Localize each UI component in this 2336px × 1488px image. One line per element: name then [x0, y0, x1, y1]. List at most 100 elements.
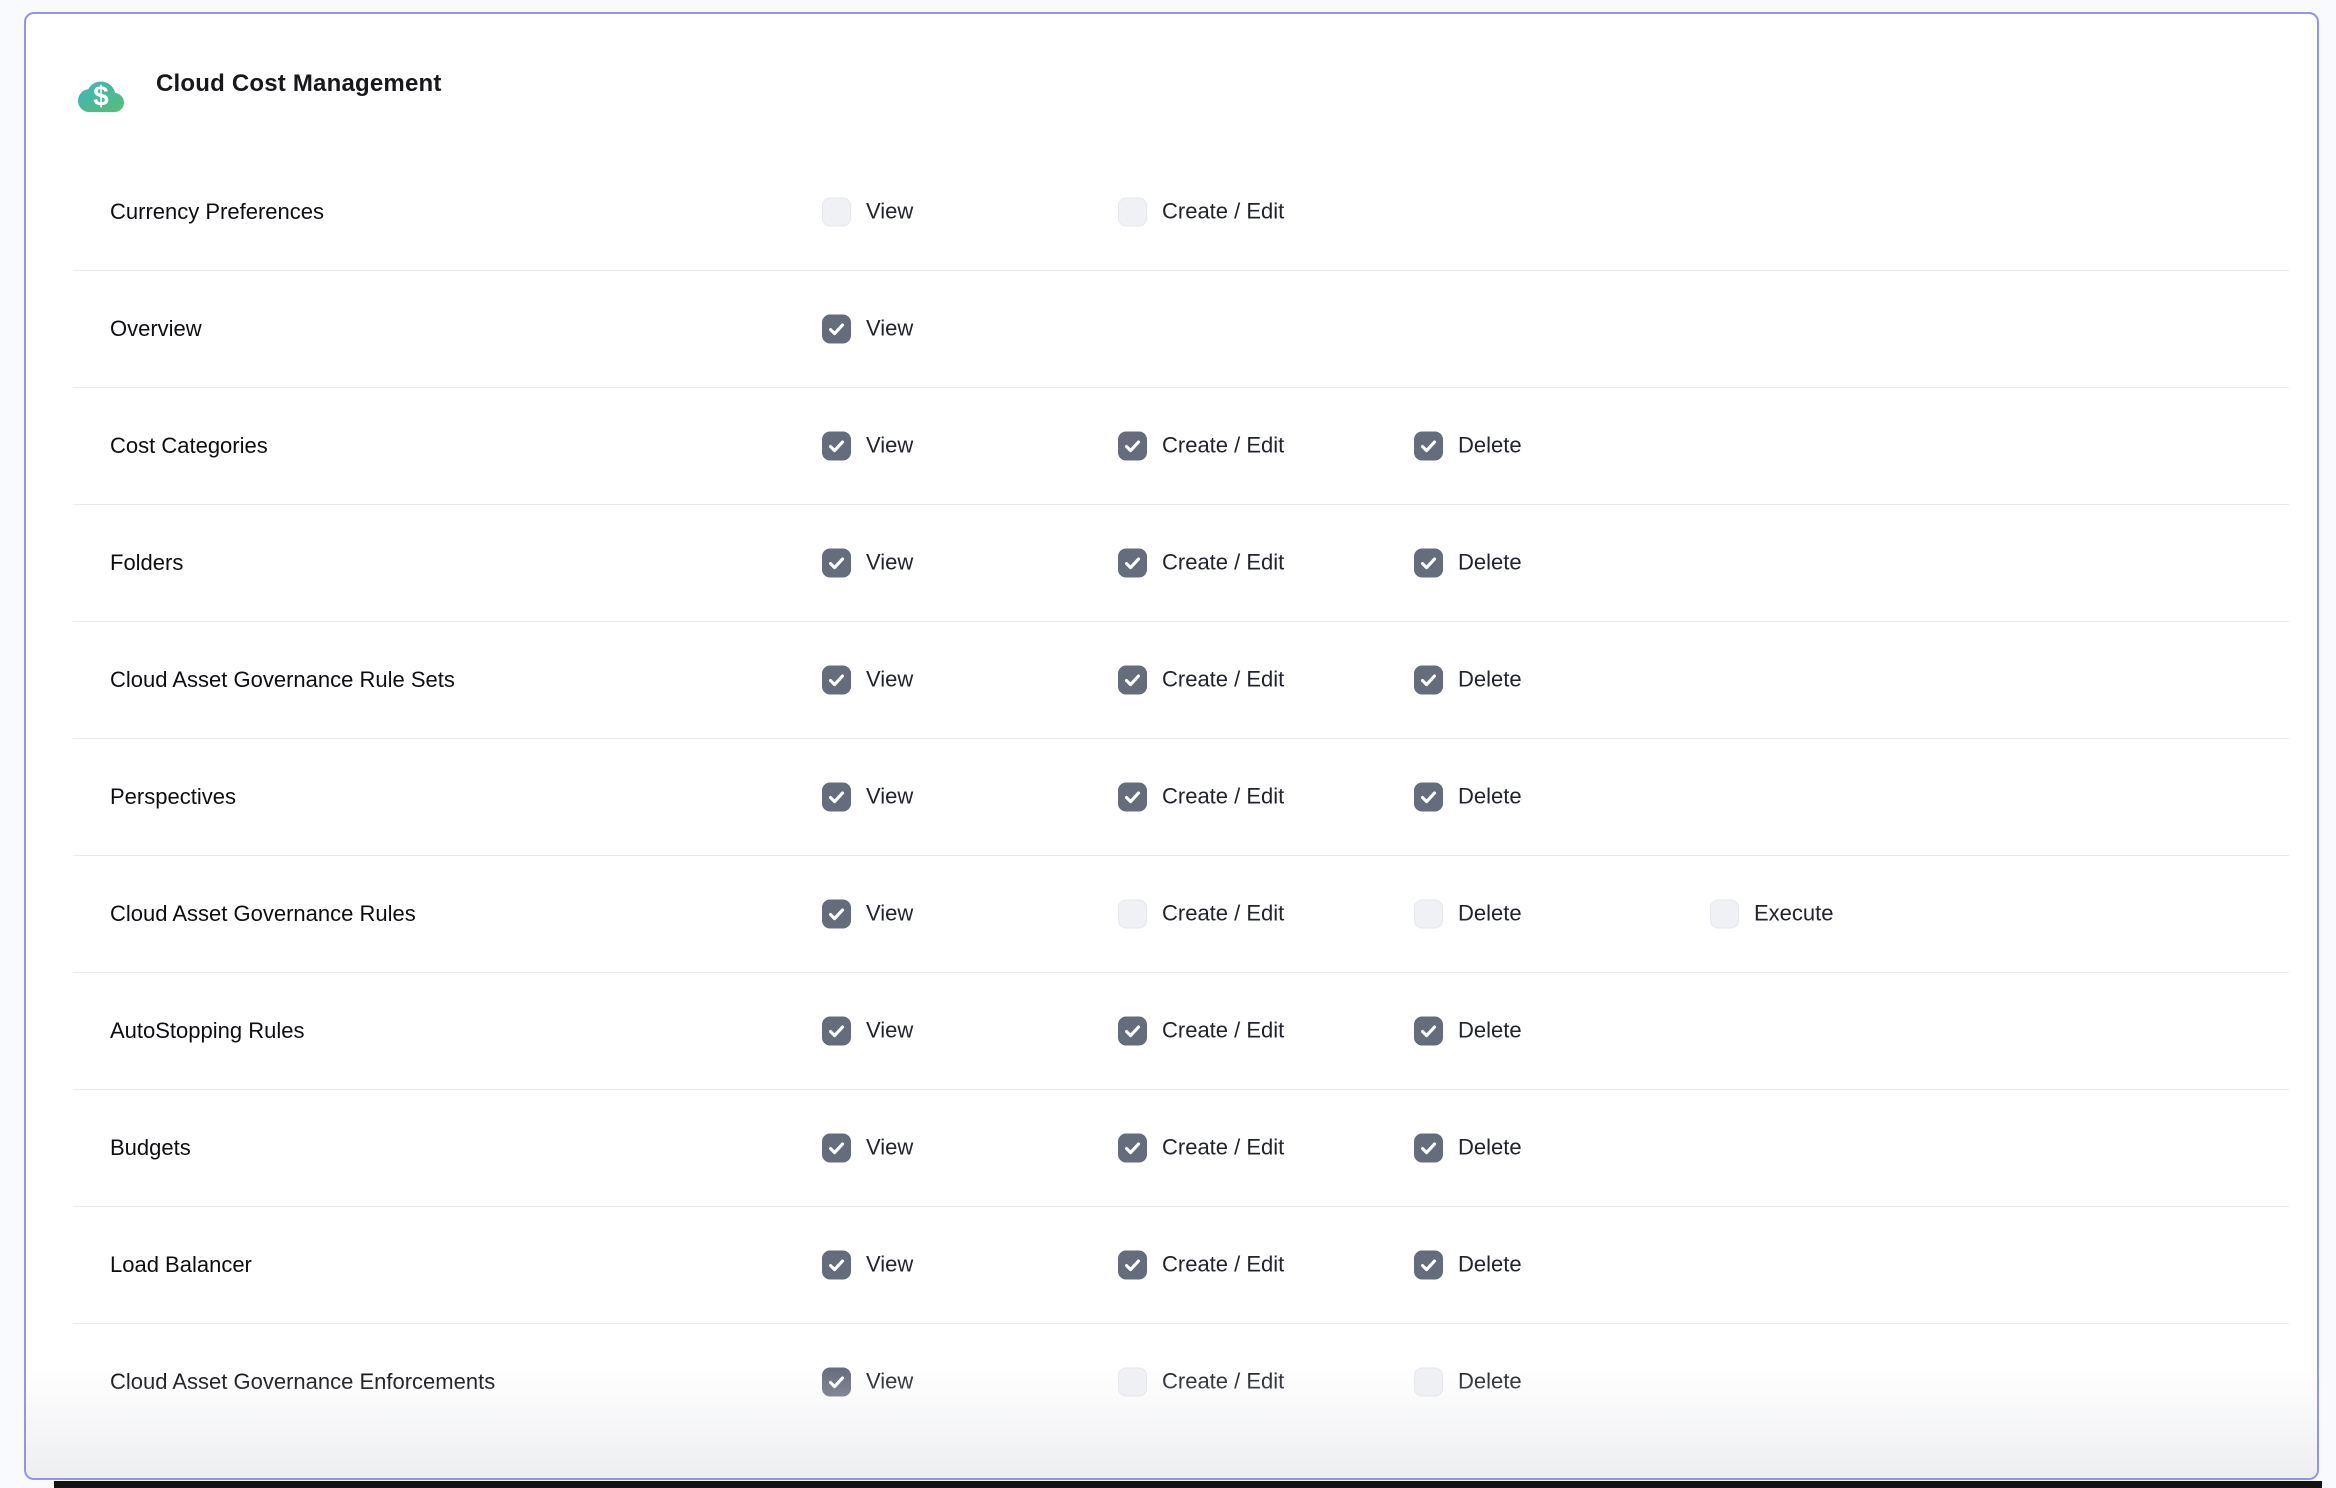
- permission-cell-create-edit[interactable]: Create / Edit: [1118, 899, 1284, 928]
- checkmark-icon: [827, 436, 846, 455]
- permission-cell-delete[interactable]: Delete: [1414, 782, 1522, 811]
- checkmark-icon: [827, 1138, 846, 1157]
- checkmark-icon: [1419, 553, 1438, 572]
- table-row-cost-categories: Cost Categories ViewCreate / EditDelete: [26, 387, 2317, 504]
- permission-label: Delete: [1458, 784, 1522, 810]
- cropped-content-below-card: [54, 1481, 2322, 1488]
- permission-label: Create / Edit: [1162, 550, 1284, 576]
- resource-label: Overview: [110, 316, 202, 342]
- checkbox-checked[interactable]: [822, 314, 851, 343]
- checkmark-icon: [827, 1021, 846, 1040]
- permission-cell-delete[interactable]: Delete: [1414, 1250, 1522, 1279]
- permission-cell-create-edit[interactable]: Create / Edit: [1118, 197, 1284, 226]
- checkbox-checked[interactable]: [1118, 1250, 1147, 1279]
- checkbox-unchecked[interactable]: [1414, 1367, 1443, 1396]
- checkbox-checked[interactable]: [1414, 431, 1443, 460]
- permission-label: Create / Edit: [1162, 667, 1284, 693]
- checkbox-checked[interactable]: [1414, 665, 1443, 694]
- permission-label: Delete: [1458, 1018, 1522, 1044]
- checkbox-unchecked[interactable]: [1118, 1367, 1147, 1396]
- checkmark-icon: [1123, 436, 1142, 455]
- permission-cell-view[interactable]: View: [822, 431, 913, 460]
- permission-label: View: [866, 1252, 913, 1278]
- table-row-budgets: Budgets ViewCreate / EditDelete: [26, 1089, 2317, 1206]
- permission-cell-create-edit[interactable]: Create / Edit: [1118, 1367, 1284, 1396]
- checkbox-checked[interactable]: [822, 665, 851, 694]
- permission-cell-view[interactable]: View: [822, 548, 913, 577]
- permission-label: Create / Edit: [1162, 1135, 1284, 1161]
- permission-cell-view[interactable]: View: [822, 782, 913, 811]
- permission-label: View: [866, 1135, 913, 1161]
- checkbox-checked[interactable]: [822, 782, 851, 811]
- permission-cell-view[interactable]: View: [822, 1016, 913, 1045]
- permission-cell-view[interactable]: View: [822, 899, 913, 928]
- permission-cell-create-edit[interactable]: Create / Edit: [1118, 665, 1284, 694]
- checkmark-icon: [1419, 1138, 1438, 1157]
- checkmark-icon: [1419, 670, 1438, 689]
- permission-label: Create / Edit: [1162, 1252, 1284, 1278]
- checkbox-unchecked[interactable]: [1710, 899, 1739, 928]
- checkbox-checked[interactable]: [1414, 1250, 1443, 1279]
- permission-label: Execute: [1754, 901, 1834, 927]
- permission-label: View: [866, 199, 913, 225]
- permission-cell-create-edit[interactable]: Create / Edit: [1118, 782, 1284, 811]
- checkbox-unchecked[interactable]: [822, 197, 851, 226]
- permission-label: Create / Edit: [1162, 1369, 1284, 1395]
- permission-cell-view[interactable]: View: [822, 665, 913, 694]
- checkbox-checked[interactable]: [822, 1367, 851, 1396]
- permission-cell-execute[interactable]: Execute: [1710, 899, 1834, 928]
- checkbox-checked[interactable]: [1118, 431, 1147, 460]
- permission-cell-delete[interactable]: Delete: [1414, 1367, 1522, 1396]
- checkbox-unchecked[interactable]: [1118, 899, 1147, 928]
- checkbox-checked[interactable]: [822, 1133, 851, 1162]
- permission-cell-delete[interactable]: Delete: [1414, 548, 1522, 577]
- permissions-table: Currency Preferences ViewCreate / Edit O…: [26, 153, 2317, 1440]
- permission-cell-delete[interactable]: Delete: [1414, 1016, 1522, 1045]
- checkmark-icon: [1123, 670, 1142, 689]
- checkbox-unchecked[interactable]: [1414, 899, 1443, 928]
- checkmark-icon: [827, 904, 846, 923]
- table-row-overview: Overview View: [26, 270, 2317, 387]
- checkmark-icon: [827, 1255, 846, 1274]
- checkbox-checked[interactable]: [1414, 1016, 1443, 1045]
- permission-cell-view[interactable]: View: [822, 1367, 913, 1396]
- permission-cell-delete[interactable]: Delete: [1414, 665, 1522, 694]
- permission-cell-view[interactable]: View: [822, 314, 913, 343]
- permission-label: Delete: [1458, 1252, 1522, 1278]
- checkbox-checked[interactable]: [1414, 782, 1443, 811]
- permission-label: View: [866, 784, 913, 810]
- permission-cell-view[interactable]: View: [822, 197, 913, 226]
- permission-cell-view[interactable]: View: [822, 1250, 913, 1279]
- checkbox-checked[interactable]: [1414, 548, 1443, 577]
- resource-label: Folders: [110, 550, 183, 576]
- checkbox-checked[interactable]: [1414, 1133, 1443, 1162]
- checkbox-checked[interactable]: [1118, 1016, 1147, 1045]
- permission-cell-create-edit[interactable]: Create / Edit: [1118, 1133, 1284, 1162]
- checkmark-icon: [1419, 787, 1438, 806]
- permission-cell-create-edit[interactable]: Create / Edit: [1118, 431, 1284, 460]
- checkbox-checked[interactable]: [822, 1250, 851, 1279]
- permission-cell-create-edit[interactable]: Create / Edit: [1118, 1016, 1284, 1045]
- permission-label: Delete: [1458, 1369, 1522, 1395]
- checkbox-checked[interactable]: [1118, 548, 1147, 577]
- permission-cell-delete[interactable]: Delete: [1414, 431, 1522, 460]
- module-header: $ Cloud Cost Management: [26, 14, 2317, 153]
- checkbox-checked[interactable]: [822, 548, 851, 577]
- permission-label: Create / Edit: [1162, 1018, 1284, 1044]
- checkbox-unchecked[interactable]: [1118, 197, 1147, 226]
- checkbox-checked[interactable]: [822, 899, 851, 928]
- permission-label: View: [866, 901, 913, 927]
- checkbox-checked[interactable]: [822, 431, 851, 460]
- permission-cell-create-edit[interactable]: Create / Edit: [1118, 548, 1284, 577]
- permission-label: View: [866, 316, 913, 342]
- permission-cell-create-edit[interactable]: Create / Edit: [1118, 1250, 1284, 1279]
- permission-cell-view[interactable]: View: [822, 1133, 913, 1162]
- checkbox-checked[interactable]: [1118, 782, 1147, 811]
- permission-cell-delete[interactable]: Delete: [1414, 899, 1522, 928]
- table-row-cloud-asset-governance-rules: Cloud Asset Governance Rules ViewCreate …: [26, 855, 2317, 972]
- permission-cell-delete[interactable]: Delete: [1414, 1133, 1522, 1162]
- checkbox-checked[interactable]: [1118, 665, 1147, 694]
- checkbox-checked[interactable]: [1118, 1133, 1147, 1162]
- resource-label: AutoStopping Rules: [110, 1018, 304, 1044]
- checkbox-checked[interactable]: [822, 1016, 851, 1045]
